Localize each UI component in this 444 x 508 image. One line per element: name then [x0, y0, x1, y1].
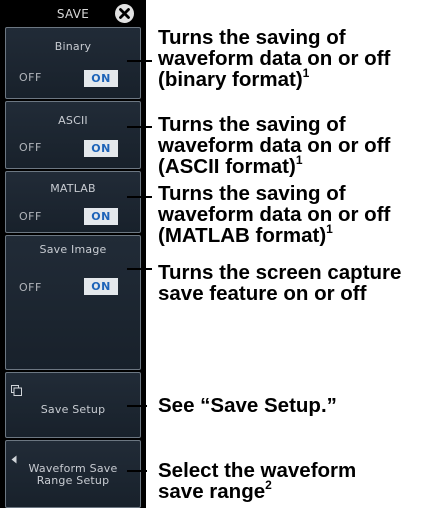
save-image-toggle-key[interactable]: Save Image OFF ON — [5, 235, 141, 370]
waveform-save-range-label-line2: Range Setup — [36, 474, 110, 487]
callout-waveform-range-footnote: 2 — [265, 478, 272, 493]
callout-ascii-footnote: 1 — [295, 153, 303, 168]
callout-binary-line2: waveform data on or off — [158, 47, 391, 70]
callout-waveform-range-line1: Select the waveform — [158, 459, 357, 482]
callout-save-setup: See “Save Setup.” — [158, 395, 337, 416]
ascii-toggle-key[interactable]: ASCII OFF ON — [5, 101, 141, 169]
callout-line-waveform-range — [127, 470, 147, 472]
callout-ascii-line3: (ASCII format) — [158, 155, 296, 178]
save-setup-key[interactable]: Save Setup — [5, 372, 141, 438]
callout-save-image-line2: save feature on or off — [158, 282, 367, 305]
save-softkey-panel: SAVE Binary OFF ON ASCII OFF ON MATLAB O… — [0, 0, 146, 508]
callout-waveform-range-line2: save range — [158, 480, 266, 503]
callout-line-ascii — [127, 126, 152, 128]
callout-save-image: Turns the screen capture save feature on… — [158, 262, 401, 304]
matlab-toggle-key[interactable]: MATLAB OFF ON — [5, 171, 141, 233]
binary-key-label: Binary — [54, 40, 92, 53]
ascii-key-label: ASCII — [58, 114, 88, 127]
waveform-save-range-key-label: Waveform Save Range Setup — [6, 463, 140, 487]
callout-save-setup-line1: See “Save Setup.” — [158, 394, 337, 417]
ascii-on-option: ON — [84, 140, 118, 157]
callout-binary-line1: Turns the saving of — [158, 26, 346, 49]
submenu-icon — [11, 383, 22, 401]
save-setup-key-label: Save Setup — [40, 403, 106, 416]
callout-matlab-line1: Turns the saving of — [158, 182, 346, 205]
callout-matlab: Turns the saving of waveform data on or … — [158, 183, 390, 246]
waveform-save-range-setup-key[interactable]: Waveform Save Range Setup — [5, 440, 141, 508]
callout-ascii-line2: waveform data on or off — [158, 134, 391, 157]
matlab-off-option: OFF — [19, 210, 42, 223]
callout-matlab-footnote: 1 — [326, 222, 333, 237]
callout-matlab-line3: (MATLAB format) — [158, 224, 327, 247]
callout-save-image-line1: Turns the screen capture — [158, 261, 402, 284]
callout-line-matlab — [127, 196, 152, 198]
callout-line-save-setup — [127, 405, 147, 407]
save-image-on-option: ON — [84, 278, 118, 295]
callout-binary: Turns the saving of waveform data on or … — [158, 27, 390, 90]
binary-off-option: OFF — [19, 71, 42, 84]
callout-matlab-line2: waveform data on or off — [158, 203, 391, 226]
callout-line-binary — [127, 60, 152, 62]
callout-binary-line3: (binary format) — [158, 68, 303, 91]
matlab-key-label: MATLAB — [50, 182, 96, 195]
callout-binary-footnote: 1 — [302, 66, 310, 81]
save-image-key-label: Save Image — [39, 243, 107, 256]
matlab-on-option: ON — [84, 208, 118, 225]
callout-ascii: Turns the saving of waveform data on or … — [158, 114, 390, 177]
save-image-off-option: OFF — [19, 281, 42, 294]
callout-ascii-line1: Turns the saving of — [158, 113, 346, 136]
callout-line-save-image — [127, 268, 152, 270]
binary-on-option: ON — [84, 70, 118, 87]
ascii-off-option: OFF — [19, 141, 42, 154]
callout-waveform-range: Select the waveform save range2 — [158, 460, 356, 502]
binary-toggle-key[interactable]: Binary OFF ON — [5, 27, 141, 99]
close-icon[interactable] — [115, 4, 134, 23]
